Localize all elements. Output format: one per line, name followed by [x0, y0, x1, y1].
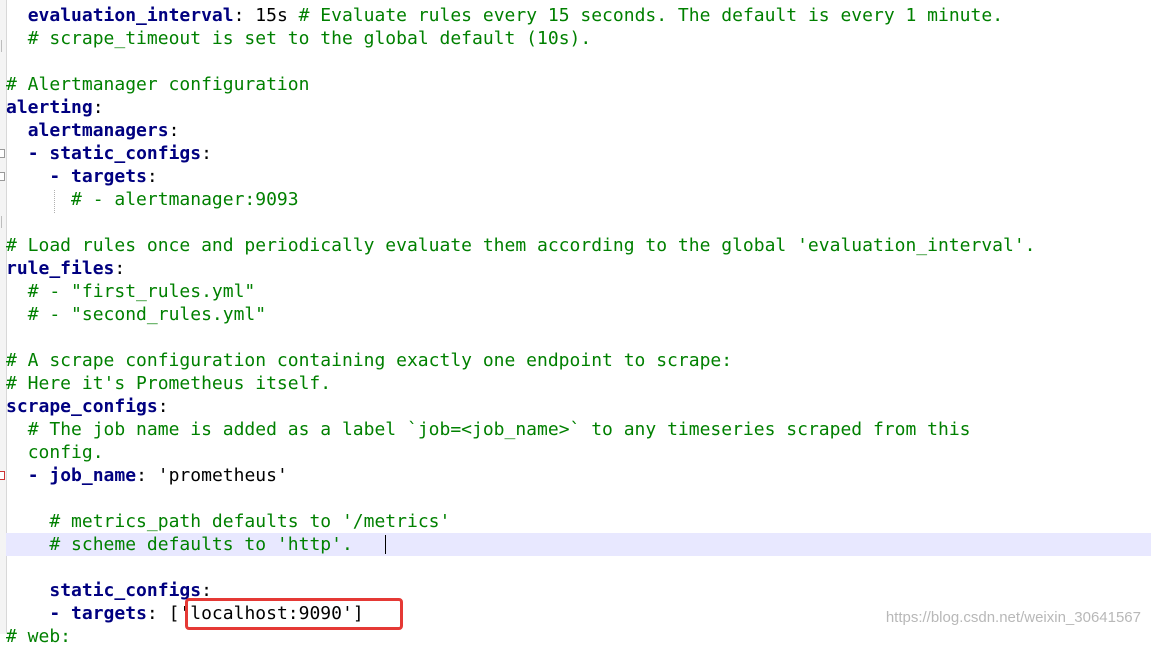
code-line[interactable]: [6, 487, 1151, 510]
code-key: rule_files: [6, 258, 115, 279]
code-key: alertmanagers: [27, 120, 169, 141]
code-key: targets: [71, 603, 147, 624]
code-comment: # web:: [6, 626, 72, 647]
code-line[interactable]: config.: [6, 441, 1151, 464]
code-line[interactable]: # Here it's Prometheus itself.: [6, 372, 1151, 395]
code-line[interactable]: - targets:: [6, 165, 1151, 188]
fold-guide-line: [1, 216, 2, 228]
code-comment: # Evaluate rules every 15 seconds. The d…: [298, 5, 1004, 26]
code-line[interactable]: # - "first_rules.yml": [6, 280, 1151, 303]
code-dash: -: [49, 166, 72, 187]
code-comment: # - "first_rules.yml": [27, 281, 256, 302]
code-line[interactable]: [6, 556, 1151, 579]
code-line[interactable]: - static_configs:: [6, 142, 1151, 165]
code-line[interactable]: # - alertmanager:9093: [6, 188, 1151, 211]
code-line[interactable]: - job_name: 'prometheus': [6, 464, 1151, 487]
code-comment: config.: [27, 442, 104, 463]
code-comment: # scrape_timeout is set to the global de…: [27, 28, 592, 49]
watermark-text: https://blog.csdn.net/weixin_30641567: [885, 609, 1141, 626]
code-colon: :: [146, 603, 158, 624]
code-dash: -: [27, 143, 50, 164]
code-comment: # scheme defaults to 'http'.: [49, 534, 353, 555]
code-line[interactable]: # metrics_path defaults to '/metrics': [6, 510, 1151, 533]
code-value: 'prometheus': [146, 465, 288, 486]
code-key: alerting: [6, 97, 93, 118]
code-line[interactable]: static_configs:: [6, 579, 1151, 602]
code-comment: # Load rules once and periodically evalu…: [6, 235, 1036, 256]
code-value: 15s: [244, 5, 299, 26]
code-editor[interactable]: evaluation_interval: 15s # Evaluate rule…: [0, 0, 1151, 647]
annotation-highlight-box: [185, 598, 403, 630]
code-line[interactable]: alertmanagers:: [6, 119, 1151, 142]
code-dash: -: [49, 603, 72, 624]
code-key: static_configs: [49, 580, 202, 601]
code-key: job_name: [49, 465, 137, 486]
code-key: static_configs: [49, 143, 202, 164]
code-line[interactable]: # A scrape configuration containing exac…: [6, 349, 1151, 372]
code-colon: :: [157, 396, 169, 417]
code-key: evaluation_interval: [27, 5, 234, 26]
code-colon: :: [201, 143, 212, 164]
code-colon: :: [114, 258, 126, 279]
fold-marker-icon[interactable]: [0, 149, 5, 158]
text-caret: [385, 535, 386, 554]
code-key: scrape_configs: [6, 396, 158, 417]
code-line[interactable]: [6, 326, 1151, 349]
code-line[interactable]: [6, 211, 1151, 234]
code-key: targets: [71, 166, 147, 187]
fold-marker-icon[interactable]: [0, 471, 5, 480]
code-line[interactable]: # scrape_timeout is set to the global de…: [6, 27, 1151, 50]
code-colon: :: [168, 120, 180, 141]
code-colon: :: [146, 166, 158, 187]
code-line[interactable]: # scheme defaults to 'http'.: [6, 533, 1151, 556]
code-comment: # - alertmanager:9093: [71, 189, 299, 210]
code-colon: :: [233, 5, 245, 26]
code-line[interactable]: # - "second_rules.yml": [6, 303, 1151, 326]
code-line[interactable]: # web:: [6, 625, 1151, 648]
code-line[interactable]: # Alertmanager configuration: [6, 73, 1151, 96]
code-comment: # A scrape configuration containing exac…: [6, 350, 733, 371]
code-comment: # Here it's Prometheus itself.: [6, 373, 332, 394]
code-comment: # The job name is added as a label `job=…: [27, 419, 971, 440]
fold-marker-icon[interactable]: [0, 172, 5, 181]
code-comment: # metrics_path defaults to '/metrics': [49, 511, 451, 532]
code-colon: :: [136, 465, 147, 486]
fold-guide-line: [1, 40, 2, 52]
code-line[interactable]: # Load rules once and periodically evalu…: [6, 234, 1151, 257]
code-dash: -: [27, 465, 50, 486]
code-colon: :: [92, 97, 104, 118]
code-comment: # - "second_rules.yml": [27, 304, 267, 325]
code-line[interactable]: scrape_configs:: [6, 395, 1151, 418]
code-comment: # Alertmanager configuration: [6, 74, 310, 95]
code-line[interactable]: rule_files:: [6, 257, 1151, 280]
code-line[interactable]: # The job name is added as a label `job=…: [6, 418, 1151, 441]
code-line[interactable]: evaluation_interval: 15s # Evaluate rule…: [6, 4, 1151, 27]
code-line[interactable]: [6, 50, 1151, 73]
code-line[interactable]: alerting:: [6, 96, 1151, 119]
